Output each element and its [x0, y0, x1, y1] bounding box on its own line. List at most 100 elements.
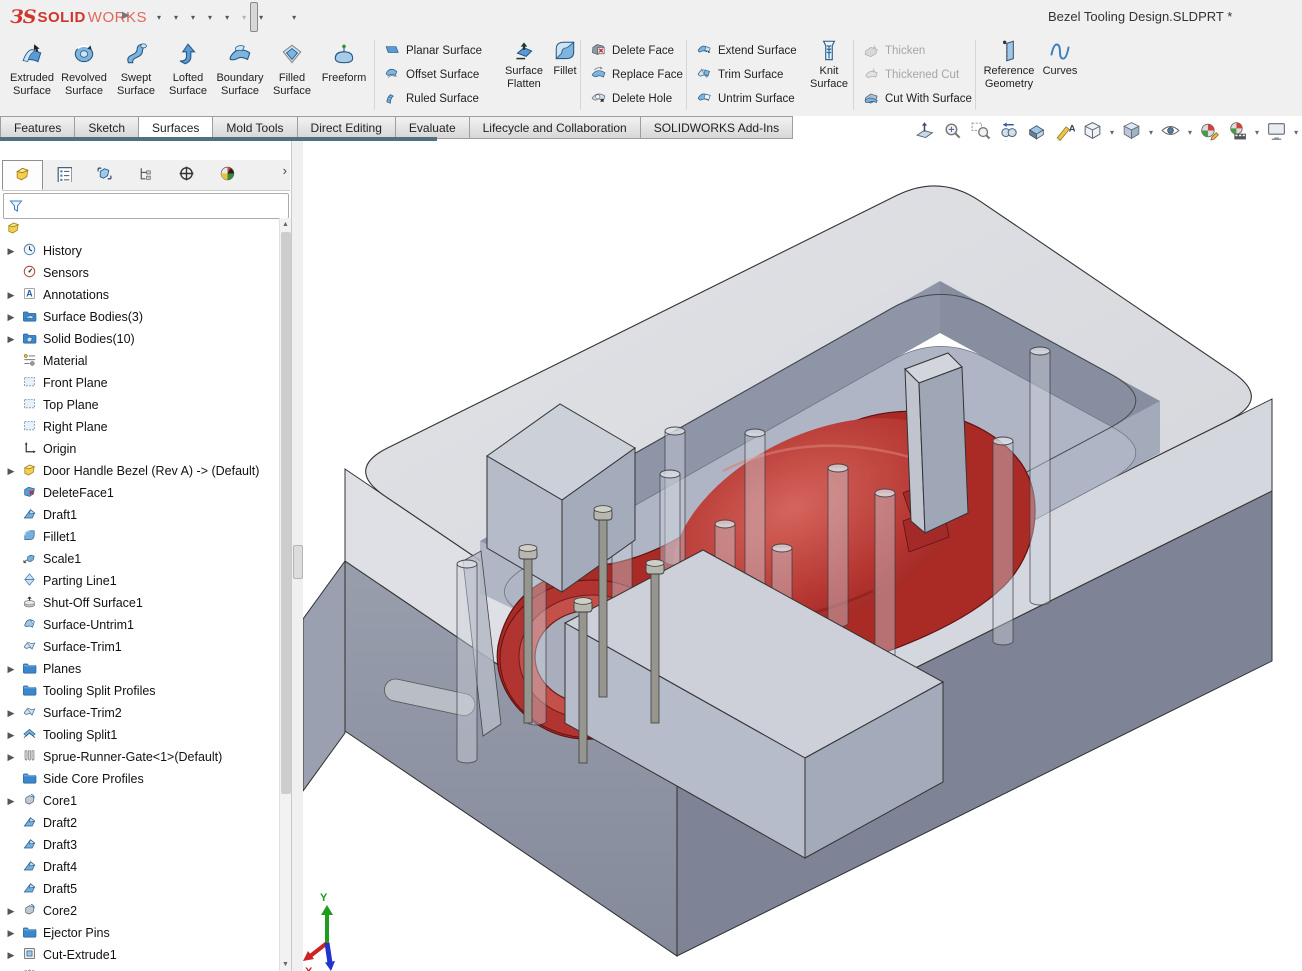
tree-item-surface-trim1[interactable]: Surface-Trim1: [0, 636, 280, 658]
tree-root-item[interactable]: [0, 218, 280, 240]
reference-geometry-button[interactable]: Reference Geometry: [983, 38, 1035, 91]
tree-item-origin[interactable]: Origin: [0, 438, 280, 460]
tree-item-draft4[interactable]: Draft4: [0, 856, 280, 878]
expand-arrow-icon[interactable]: ▶: [4, 664, 18, 675]
previous-view-button[interactable]: [996, 119, 1021, 145]
tree-item-tooling-split-profiles[interactable]: Tooling Split Profiles: [0, 680, 280, 702]
tree-item-draft5[interactable]: Draft5: [0, 878, 280, 900]
panel-splitter[interactable]: [292, 141, 303, 971]
delete-face-button[interactable]: Delete Face: [588, 40, 684, 62]
edit-appearance-button[interactable]: [1197, 119, 1222, 145]
open-button-caret[interactable]: ▾: [173, 13, 182, 22]
tree-item-cut-extrude1[interactable]: ▶Cut-Extrude1: [0, 944, 280, 966]
property-manager-tab[interactable]: [43, 160, 84, 190]
tree-item-shut-off-surface1[interactable]: Shut-Off Surface1: [0, 592, 280, 614]
tab-mold-tools[interactable]: Mold Tools: [213, 116, 297, 139]
tree-item-scale1[interactable]: Scale1: [0, 548, 280, 570]
extruded-surface-button[interactable]: Extruded Surface: [6, 37, 58, 117]
save-button[interactable]: [182, 2, 190, 32]
save-button-caret[interactable]: ▾: [190, 13, 199, 22]
tree-item-top-plane[interactable]: Top Plane: [0, 394, 280, 416]
tree-item-history[interactable]: ▶History: [0, 240, 280, 262]
hide-show-items-button[interactable]: [1158, 119, 1183, 145]
undo-button-caret[interactable]: ▾: [224, 13, 233, 22]
tree-item-door-handle-bezel-rev-a-default[interactable]: ▶Door Handle Bezel (Rev A) -> (Default): [0, 460, 280, 482]
redo-button[interactable]: [233, 2, 241, 32]
tab-lifecycle-and-collaboration[interactable]: Lifecycle and Collaboration: [470, 116, 641, 139]
tree-item-clipped[interactable]: [0, 966, 280, 971]
scroll-up-arrow[interactable]: ▲: [280, 218, 291, 231]
home-button[interactable]: [140, 2, 148, 32]
file-properties-button[interactable]: [275, 2, 283, 32]
tree-item-planes[interactable]: ▶Planes: [0, 658, 280, 680]
expand-arrow-icon[interactable]: ▶: [4, 290, 18, 301]
boundary-surface-button[interactable]: Boundary Surface: [214, 37, 266, 117]
ejector-pin-hole[interactable]: [1030, 347, 1050, 605]
apply-scene-button[interactable]: [1225, 119, 1250, 145]
trim-button[interactable]: Trim Surface: [694, 64, 808, 86]
tab-sketch[interactable]: Sketch: [75, 116, 139, 139]
swept-surface-button[interactable]: Swept Surface: [110, 37, 162, 117]
revolved-surface-button[interactable]: Revolved Surface: [58, 37, 110, 117]
splitter-grab-handle[interactable]: [293, 545, 303, 579]
fillet-button[interactable]: Fillet: [548, 38, 582, 78]
tree-item-ejector-pins[interactable]: ▶Ejector Pins: [0, 922, 280, 944]
expand-arrow-icon[interactable]: ▶: [4, 708, 18, 719]
tree-item-draft2[interactable]: Draft2: [0, 812, 280, 834]
section-view-button[interactable]: [1024, 119, 1049, 145]
configuration-manager-tab[interactable]: [84, 160, 125, 190]
expand-arrow-icon[interactable]: ▶: [4, 334, 18, 345]
surface-flatten-button[interactable]: Surface Flatten: [496, 38, 552, 91]
tree-item-deleteface1[interactable]: DeleteFace1: [0, 482, 280, 504]
extend-button[interactable]: Extend Surface: [694, 40, 808, 62]
expand-arrow-icon[interactable]: ▶: [4, 246, 18, 257]
3d-model-scene[interactable]: YX: [303, 141, 1302, 971]
cut-with-surface-button[interactable]: Cut With Surface: [861, 88, 971, 110]
undo-button[interactable]: [216, 2, 224, 32]
replace-face-button[interactable]: Replace Face: [588, 64, 684, 86]
expand-arrow-icon[interactable]: ▶: [4, 730, 18, 741]
tab-solidworks-add-ins[interactable]: SOLIDWORKS Add-Ins: [641, 116, 793, 139]
hide-show-items-button-caret[interactable]: ▾: [1186, 128, 1194, 137]
expand-arrow-icon[interactable]: ▶: [4, 950, 18, 961]
expand-arrow-icon[interactable]: ▶: [4, 466, 18, 477]
tree-item-surface-untrim1[interactable]: Surface-Untrim1: [0, 614, 280, 636]
options-button[interactable]: [283, 2, 291, 32]
tab-features[interactable]: Features: [0, 116, 75, 139]
cam-tab[interactable]: [207, 160, 248, 190]
ejector-pin-hole[interactable]: [457, 560, 477, 763]
scroll-thumb[interactable]: [281, 232, 291, 794]
lofted-surface-button[interactable]: Lofted Surface: [162, 37, 214, 117]
print-button[interactable]: [199, 2, 207, 32]
tree-item-parting-line1[interactable]: Parting Line1: [0, 570, 280, 592]
ejector-pin-hole[interactable]: [875, 489, 895, 667]
tree-item-surface-trim2[interactable]: ▶Surface-Trim2: [0, 702, 280, 724]
display-style-button-caret[interactable]: ▾: [1147, 128, 1155, 137]
tree-item-tooling-split1[interactable]: ▶Tooling Split1: [0, 724, 280, 746]
tree-item-right-plane[interactable]: Right Plane: [0, 416, 280, 438]
tree-item-sprue-runner-gate-1-default[interactable]: ▶Sprue-Runner-Gate<1>(Default): [0, 746, 280, 768]
tree-item-core2[interactable]: ▶Core2: [0, 900, 280, 922]
tree-item-core1[interactable]: ▶Core1: [0, 790, 280, 812]
apply-scene-button-caret[interactable]: ▾: [1253, 128, 1261, 137]
graphics-viewport[interactable]: YX: [303, 141, 1302, 971]
select-button[interactable]: [250, 2, 258, 32]
zoom-to-fit-button[interactable]: [912, 119, 937, 145]
select-button-caret[interactable]: ▾: [258, 13, 267, 22]
new-document-button[interactable]: [148, 2, 156, 32]
expand-arrow-icon[interactable]: ▶: [4, 906, 18, 917]
open-button[interactable]: [165, 2, 173, 32]
expand-arrow-icon[interactable]: ▶: [4, 796, 18, 807]
tree-item-sensors[interactable]: Sensors: [0, 262, 280, 284]
display-manager-tab[interactable]: [166, 160, 207, 190]
tree-item-solid-bodies-10[interactable]: ▶Solid Bodies(10): [0, 328, 280, 350]
tree-item-surface-bodies-3[interactable]: ▶Surface Bodies(3): [0, 306, 280, 328]
expand-arrow-icon[interactable]: ▶: [4, 928, 18, 939]
tree-item-side-core-profiles[interactable]: Side Core Profiles: [0, 768, 280, 790]
ejector-pin-hole[interactable]: [828, 464, 848, 627]
view-orientation-button[interactable]: [1080, 119, 1105, 145]
tree-item-annotations[interactable]: ▶AAnnotations: [0, 284, 280, 306]
tab-evaluate[interactable]: Evaluate: [396, 116, 470, 139]
tree-item-draft3[interactable]: Draft3: [0, 834, 280, 856]
tree-scrollbar[interactable]: ▲ ▼: [279, 218, 291, 971]
